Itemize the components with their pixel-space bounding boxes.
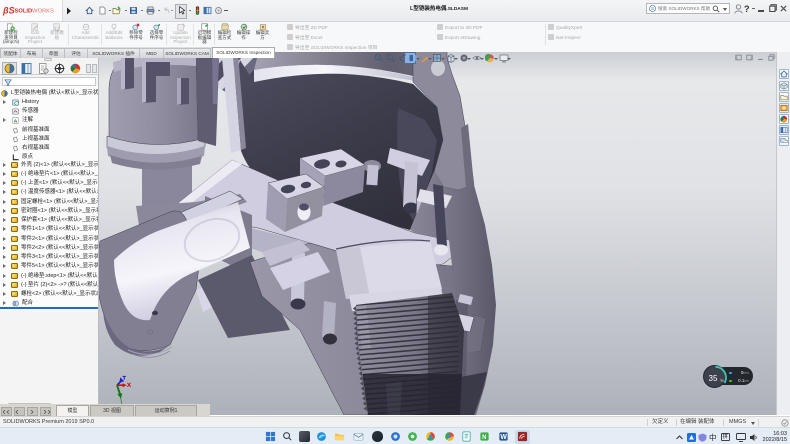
svg-text:SOLID: SOLID [15,9,33,15]
svg-text:%: % [720,378,724,383]
svg-text:N: N [482,435,486,441]
svg-text:W: W [500,434,507,441]
svg-text:βS: βS [2,6,15,16]
svg-text:WORKS: WORKS [32,9,54,15]
svg-text:S: S [650,6,653,11]
svg-text:35: 35 [709,374,718,383]
svg-text:A: A [14,118,18,124]
